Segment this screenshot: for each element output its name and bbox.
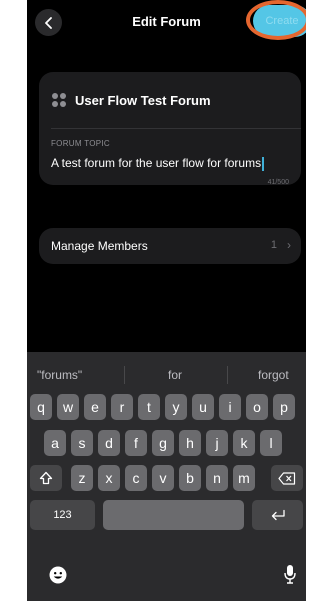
topic-label: FORUM TOPIC — [51, 139, 111, 148]
key-o[interactable]: o — [246, 394, 268, 420]
suggestion-item[interactable]: for — [168, 368, 182, 382]
char-count: 41/500 — [267, 179, 289, 186]
divider — [124, 366, 125, 384]
backspace-icon — [278, 471, 296, 485]
topic-text: A test forum for the user flow for forum… — [51, 156, 262, 170]
key-g[interactable]: g — [152, 430, 174, 456]
key-c[interactable]: c — [125, 465, 147, 491]
dictation-button[interactable] — [284, 564, 296, 589]
forum-name: User Flow Test Forum — [75, 92, 211, 108]
manage-members-row[interactable]: Manage Members 1 › — [39, 228, 301, 264]
members-count: 1 — [270, 239, 277, 251]
numbers-key[interactable]: 123 — [30, 500, 95, 530]
shift-key[interactable] — [30, 465, 62, 491]
key-d[interactable]: d — [98, 430, 120, 456]
key-s[interactable]: s — [71, 430, 93, 456]
key-w[interactable]: w — [57, 394, 79, 420]
shift-icon — [39, 471, 53, 485]
key-b[interactable]: b — [179, 465, 201, 491]
key-z[interactable]: z — [71, 465, 93, 491]
key-q[interactable]: q — [30, 394, 52, 420]
suggestion-bar: "forums" for forgot — [27, 352, 306, 396]
key-y[interactable]: y — [165, 394, 187, 420]
key-a[interactable]: a — [44, 430, 66, 456]
key-f[interactable]: f — [125, 430, 147, 456]
key-v[interactable]: v — [152, 465, 174, 491]
space-bar[interactable] — [103, 500, 244, 530]
app-screen: Edit Forum Create User Flow Test Forum F… — [27, 0, 306, 601]
key-e[interactable]: e — [84, 394, 106, 420]
topic-input[interactable]: A test forum for the user flow for forum… — [51, 156, 265, 171]
key-k[interactable]: k — [233, 430, 255, 456]
key-p[interactable]: p — [273, 394, 295, 420]
key-r[interactable]: r — [111, 394, 133, 420]
key-l[interactable]: l — [260, 430, 282, 456]
highlight-ring — [246, 0, 306, 40]
key-m[interactable]: m — [233, 465, 255, 491]
forum-name-field[interactable]: User Flow Test Forum — [39, 72, 301, 128]
chevron-right-icon: › — [287, 238, 291, 252]
key-x[interactable]: x — [98, 465, 120, 491]
microphone-icon — [284, 565, 296, 584]
forum-card: User Flow Test Forum FORUM TOPIC A test … — [39, 72, 301, 186]
members-label: Manage Members — [51, 239, 148, 253]
suggestion-item[interactable]: forgot — [258, 368, 289, 382]
return-icon — [271, 509, 285, 521]
emoji-icon — [49, 566, 67, 584]
delete-key[interactable] — [271, 465, 303, 491]
key-u[interactable]: u — [192, 394, 214, 420]
text-cursor — [262, 156, 265, 171]
divider — [227, 366, 228, 384]
keyboard: "forums" for forgot q w e r t y u i o p … — [27, 352, 306, 601]
emoji-button[interactable] — [49, 566, 67, 589]
key-t[interactable]: t — [138, 394, 160, 420]
key-n[interactable]: n — [206, 465, 228, 491]
key-i[interactable]: i — [219, 394, 241, 420]
key-j[interactable]: j — [206, 430, 228, 456]
suggestion-item[interactable]: "forums" — [37, 368, 82, 382]
return-key[interactable] — [252, 500, 303, 530]
key-h[interactable]: h — [179, 430, 201, 456]
grid-icon — [52, 93, 66, 107]
divider — [51, 128, 301, 129]
